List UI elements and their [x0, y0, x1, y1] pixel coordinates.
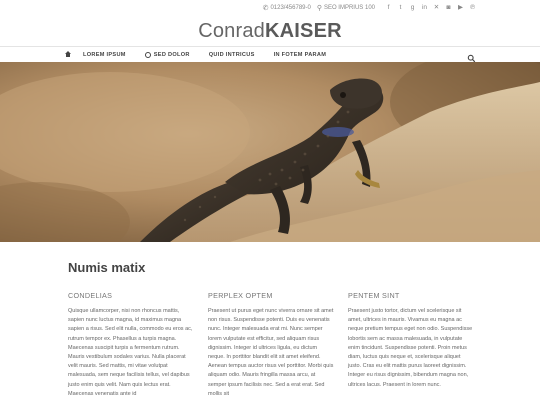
facebook-icon[interactable]: f [385, 4, 392, 12]
content-column-1: CONDELIAS Quisque ullamcorper, nisi non … [68, 291, 194, 399]
nav-item-label: LOREM IPSUM [83, 51, 126, 58]
map-pin-icon: ⚲ [316, 4, 322, 12]
nav-item-label: QUID INTRICUS [208, 51, 255, 58]
hero-image [0, 62, 540, 242]
search-icon[interactable] [467, 50, 476, 63]
twitter-icon[interactable]: t [397, 4, 404, 12]
clock-icon [144, 51, 151, 58]
address-contact[interactable]: ⚲ SEO IMPRIUS 100 [317, 5, 375, 12]
nav-item-label: IN FOTEM PARAM [273, 51, 327, 58]
top-contact-bar: ✆ 0123/456789-0 ⚲ SEO IMPRIUS 100 f t g … [263, 3, 476, 13]
linkedin-icon[interactable]: in [421, 4, 428, 12]
logo-light-text: Conrad [198, 20, 265, 42]
column-text: Quisque ullamcorper, nisi non rhoncus ma… [68, 308, 193, 397]
content-column-2: PERPLEX OPTEM Praesent ut purus eget nun… [208, 291, 334, 399]
nav-item-sed-dolor[interactable]: SED DOLOR [144, 51, 190, 58]
youtube-icon[interactable]: ▶ [457, 4, 464, 12]
lizard-photo [0, 62, 540, 242]
column-title: CONDELIAS [68, 291, 113, 300]
home-icon[interactable] [64, 50, 72, 58]
content-column-3: PENTEM SINT Praesent justo tortor, dictu… [348, 291, 474, 390]
google-plus-icon[interactable]: g [409, 4, 416, 12]
logo-bold-text: KAISER [265, 20, 342, 42]
site-logo[interactable]: ConradKAISER [0, 20, 540, 43]
phone-number: 0123/456789-0 [270, 5, 311, 11]
column-title: PENTEM SINT [348, 291, 400, 300]
main-navigation: LOREM IPSUM SED DOLOR QUID INTRICUS IN F… [0, 46, 540, 63]
instagram-icon[interactable]: ◙ [445, 4, 452, 12]
section-heading: Numis matix [68, 260, 146, 275]
column-title: PERPLEX OPTEM [208, 291, 273, 300]
nav-item-quid-intricus[interactable]: QUID INTRICUS [209, 52, 255, 58]
xing-icon[interactable]: ✕ [433, 4, 440, 12]
column-text: Praesent justo tortor, dictum vel sceler… [348, 308, 473, 388]
phone-contact[interactable]: ✆ 0123/456789-0 [263, 5, 311, 12]
nav-item-label: SED DOLOR [153, 51, 190, 58]
social-links: f t g in ✕ ◙ ▶ ℗ [385, 4, 476, 12]
column-text: Praesent ut purus eget nunc viverra orna… [208, 308, 334, 397]
address-text: SEO IMPRIUS 100 [323, 5, 375, 11]
pinterest-icon[interactable]: ℗ [469, 4, 476, 12]
phone-icon: ✆ [262, 4, 269, 12]
nav-item-in-fotem-param[interactable]: IN FOTEM PARAM [274, 52, 327, 58]
nav-item-lorem-ipsum[interactable]: LOREM IPSUM [83, 52, 126, 58]
